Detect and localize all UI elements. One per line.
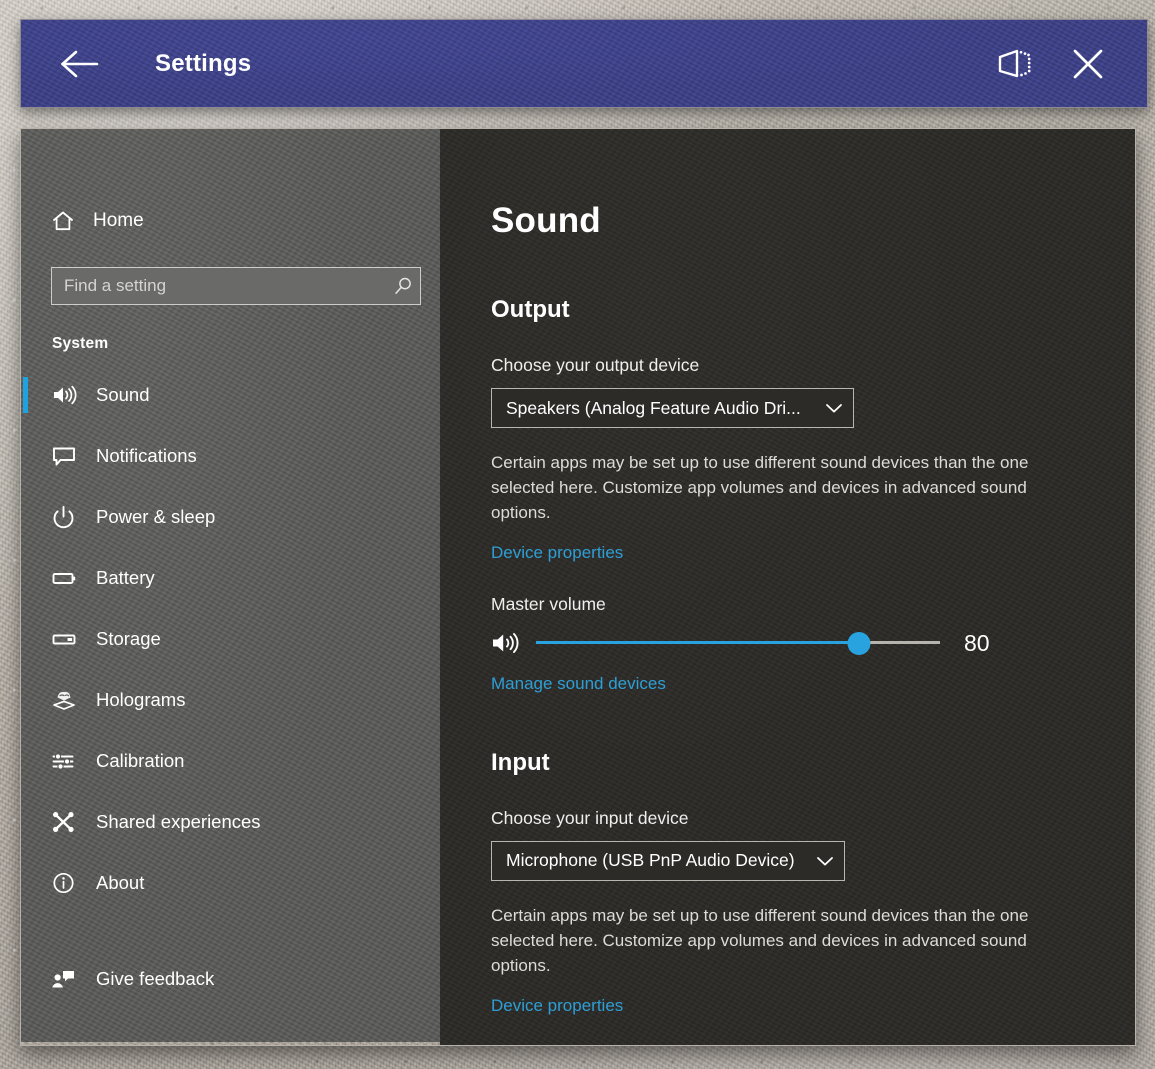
sidebar-item-sound[interactable]: Sound (21, 372, 440, 418)
output-device-properties-link[interactable]: Device properties (491, 543, 623, 563)
output-help-text: Certain apps may be set up to use differ… (491, 451, 1063, 526)
output-device-dropdown[interactable]: Speakers (Analog Feature Audio Dri... (491, 388, 854, 428)
sidebar: Home System (21, 129, 440, 1042)
sidebar-item-give-feedback-label: Give feedback (96, 968, 214, 990)
sidebar-item-storage-label: Storage (96, 628, 161, 650)
pin-to-world-button[interactable] (977, 27, 1051, 101)
manage-sound-devices-link[interactable]: Manage sound devices (491, 674, 666, 694)
sidebar-nav-list: Sound Notifications (21, 372, 440, 1002)
output-section-title: Output (491, 296, 1135, 324)
master-volume-row: 80 (491, 630, 1135, 657)
sidebar-item-storage[interactable]: Storage (21, 616, 440, 662)
test-microphone-label: Test your microphone (491, 1042, 1135, 1045)
search-input[interactable] (52, 276, 386, 296)
input-device-properties-link[interactable]: Device properties (491, 996, 623, 1016)
sidebar-item-holograms[interactable]: Holograms (21, 677, 440, 723)
sidebar-item-sound-label: Sound (96, 384, 150, 406)
sidebar-item-power-sleep[interactable]: Power & sleep (21, 494, 440, 540)
main-content: Sound Output Choose your output device S… (440, 129, 1135, 1045)
info-circle-icon (51, 871, 81, 895)
power-icon (51, 505, 81, 529)
sidebar-item-battery-label: Battery (96, 567, 155, 589)
sidebar-item-battery[interactable]: Battery (21, 555, 440, 601)
chevron-down-icon (806, 854, 844, 868)
master-volume-value: 80 (964, 630, 990, 657)
page-title: Sound (491, 201, 1135, 241)
input-device-label: Choose your input device (491, 808, 1135, 829)
input-device-dropdown[interactable]: Microphone (USB PnP Audio Device) (491, 841, 845, 881)
close-icon (1070, 46, 1106, 82)
speaker-icon (51, 383, 81, 407)
search-box[interactable] (51, 267, 421, 305)
sidebar-item-home-label: Home (93, 210, 144, 232)
sidebar-item-shared-experiences-label: Shared experiences (96, 811, 261, 833)
battery-icon (51, 566, 81, 590)
sidebar-group-header: System (52, 335, 440, 353)
master-volume-slider[interactable] (536, 632, 940, 654)
settings-window: Home System (20, 128, 1136, 1046)
output-device-label: Choose your output device (491, 355, 1135, 376)
sliders-icon (51, 749, 81, 773)
home-icon (51, 209, 75, 233)
sidebar-item-power-sleep-label: Power & sleep (96, 506, 215, 528)
chat-bubble-icon (51, 444, 81, 468)
share-nodes-icon (51, 810, 81, 834)
master-volume-fill (536, 641, 859, 644)
chevron-down-icon (815, 401, 853, 415)
sidebar-item-calibration-label: Calibration (96, 750, 184, 772)
sidebar-item-home[interactable]: Home (51, 199, 440, 243)
sidebar-item-calibration[interactable]: Calibration (21, 738, 440, 784)
sidebar-item-notifications-label: Notifications (96, 445, 197, 467)
back-button[interactable] (43, 27, 117, 101)
sidebar-item-about[interactable]: About (21, 860, 440, 906)
arrow-left-icon (59, 48, 101, 80)
sidebar-item-about-label: About (96, 872, 144, 894)
sidebar-item-holograms-label: Holograms (96, 689, 185, 711)
search-icon (386, 275, 420, 297)
holograms-icon (51, 688, 81, 712)
sidebar-item-give-feedback[interactable]: Give feedback (21, 956, 440, 1002)
sidebar-item-notifications[interactable]: Notifications (21, 433, 440, 479)
master-volume-label: Master volume (491, 594, 1135, 615)
window-titlebar: Settings (20, 19, 1148, 108)
sidebar-item-shared-experiences[interactable]: Shared experiences (21, 799, 440, 845)
input-help-text: Certain apps may be set up to use differ… (491, 904, 1063, 979)
input-device-value: Microphone (USB PnP Audio Device) (492, 850, 806, 871)
close-button[interactable] (1051, 27, 1125, 101)
storage-icon (51, 627, 81, 651)
feedback-person-icon (51, 967, 81, 991)
master-volume-thumb[interactable] (848, 632, 871, 655)
app-title: Settings (155, 50, 251, 78)
pin-to-world-icon (994, 47, 1034, 81)
speaker-icon (491, 630, 528, 656)
output-device-value: Speakers (Analog Feature Audio Dri... (492, 398, 815, 419)
input-section-title: Input (491, 749, 1135, 777)
